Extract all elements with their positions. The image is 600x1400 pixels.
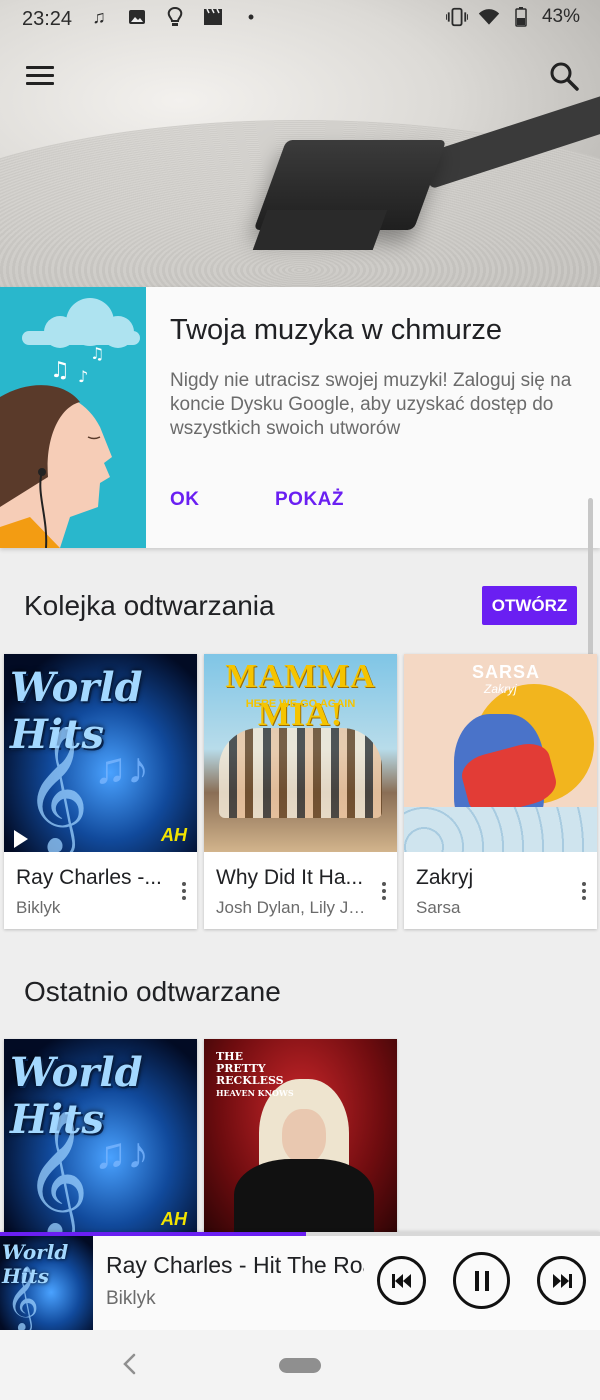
now-playing-bar[interactable]: World Hits 𝄞 Ray Charles - Hit The Road … [0, 1232, 600, 1330]
album-art-signature: AH [161, 825, 187, 845]
queue-card[interactable]: World Hits 𝄞 ♫♪ AH Ray Charles -... Bikl… [4, 654, 197, 929]
pause-icon [474, 1270, 489, 1291]
svg-text:♫: ♫ [50, 358, 70, 383]
lightbulb-icon [164, 6, 186, 28]
skip-next-button[interactable] [537, 1256, 586, 1305]
promo-show-button[interactable]: POKAŻ [275, 489, 344, 511]
battery-icon [510, 6, 532, 28]
more-options-icon[interactable] [379, 882, 389, 902]
wifi-icon [478, 6, 500, 28]
back-chevron-icon[interactable] [118, 1352, 142, 1376]
queue-card[interactable]: SARSA Zakryj Zakryj Sarsa [404, 654, 597, 929]
album-art-title: THE PRETTY RECKLESS [216, 1050, 284, 1087]
scrollbar-thumb[interactable] [588, 498, 593, 658]
more-options-icon[interactable] [179, 882, 189, 902]
header-hero-image [0, 0, 600, 287]
face-graphic [282, 1109, 326, 1163]
treble-clef-icon: 𝄞 [24, 1109, 90, 1235]
cartridge-base-graphic [252, 210, 388, 250]
card-title: Zakryj [416, 866, 474, 889]
card-artist: Biklyk [16, 898, 61, 917]
skip-previous-icon [391, 1273, 411, 1288]
pause-button[interactable] [453, 1252, 510, 1309]
album-art-signature: AH [161, 1209, 187, 1229]
album-art-subtext: Zakryj [484, 682, 517, 696]
promo-title: Twoja muzyka w chmurze [170, 314, 502, 346]
promo-body: Nigdy nie utracisz swojej muzyki! Zalogu… [170, 370, 572, 439]
figure-graphic [234, 1159, 374, 1235]
album-art-text: THE PRETTY RECKLESS HEAVEN KNOWS [216, 1051, 294, 1099]
music-notes-graphic: ♫♪ [94, 744, 149, 793]
clapperboard-icon [202, 6, 224, 28]
now-playing-album-art[interactable]: World Hits 𝄞 [0, 1236, 93, 1330]
card-title: Ray Charles -... [16, 866, 162, 889]
music-notes-graphic: ♫♪ [94, 1129, 149, 1178]
cast-photo-graphic [219, 728, 382, 818]
album-art: World Hits 𝄞 ♫♪ AH [4, 654, 197, 852]
vibrate-icon [445, 6, 468, 28]
clouds-graphic [404, 807, 597, 852]
system-navigation-bar [0, 1330, 600, 1400]
queue-section-title: Kolejka odtwarzania [24, 590, 275, 621]
queue-card[interactable]: MAMMA MIA! HERE WE GO AGAIN Why Did It H… [204, 654, 397, 929]
svg-text:♪: ♪ [78, 367, 88, 386]
music-note-icon: ♫ [92, 6, 106, 27]
promo-illustration: ♫ ♫ ♪ [0, 287, 146, 548]
image-icon [126, 6, 148, 28]
hamburger-menu-icon[interactable] [24, 60, 58, 94]
skip-previous-button[interactable] [377, 1256, 426, 1305]
open-queue-button[interactable]: OTWÓRZ [482, 586, 577, 625]
battery-percent: 43% [541, 6, 580, 27]
card-artist: Sarsa [416, 898, 461, 917]
album-art-text: MAMMA MIA! [225, 658, 376, 733]
skip-next-icon [552, 1273, 572, 1288]
card-title: Why Did It Ha... [216, 866, 364, 889]
svg-text:♫: ♫ [90, 344, 104, 363]
search-icon[interactable] [548, 60, 582, 94]
album-art: THE PRETTY RECKLESS HEAVEN KNOWS [204, 1039, 397, 1235]
album-art: MAMMA MIA! HERE WE GO AGAIN [204, 654, 397, 852]
status-time: 23:24 [22, 8, 73, 30]
recent-card[interactable]: World Hits 𝄞 ♫♪ AH [4, 1039, 197, 1235]
now-playing-artist[interactable]: Biklyk [106, 1288, 156, 1310]
recent-card[interactable]: THE PRETTY RECKLESS HEAVEN KNOWS [204, 1039, 397, 1235]
home-pill-icon[interactable] [279, 1358, 321, 1373]
cloud-music-promo-card: ♫ ♫ ♪ Twoja muzyka w chmurze Nigdy nie u… [0, 287, 600, 548]
more-options-icon[interactable] [579, 882, 589, 902]
notification-icons: ♫ • [88, 6, 262, 28]
now-playing-title[interactable]: Ray Charles - Hit The Road Jack [106, 1252, 364, 1279]
treble-clef-icon: 𝄞 [24, 724, 90, 852]
card-artist: Josh Dylan, Lily Ja... [216, 898, 366, 917]
status-icons: 43% [445, 6, 580, 28]
album-art-text: SARSA [472, 662, 541, 682]
album-art-subtext: HERE WE GO AGAIN [245, 698, 356, 710]
treble-clef-icon: 𝄞 [6, 1266, 40, 1330]
dot-icon: • [247, 6, 255, 27]
album-art: World Hits 𝄞 ♫♪ AH [4, 1039, 197, 1235]
now-playing-indicator-icon [14, 830, 28, 848]
album-art: SARSA Zakryj [404, 654, 597, 852]
album-art-subtext: HEAVEN KNOWS [216, 1088, 294, 1098]
recent-section-title: Ostatnio odtwarzane [24, 976, 281, 1007]
promo-ok-button[interactable]: OK [170, 489, 200, 511]
status-bar: 23:24 ♫ • 43% [0, 0, 600, 38]
